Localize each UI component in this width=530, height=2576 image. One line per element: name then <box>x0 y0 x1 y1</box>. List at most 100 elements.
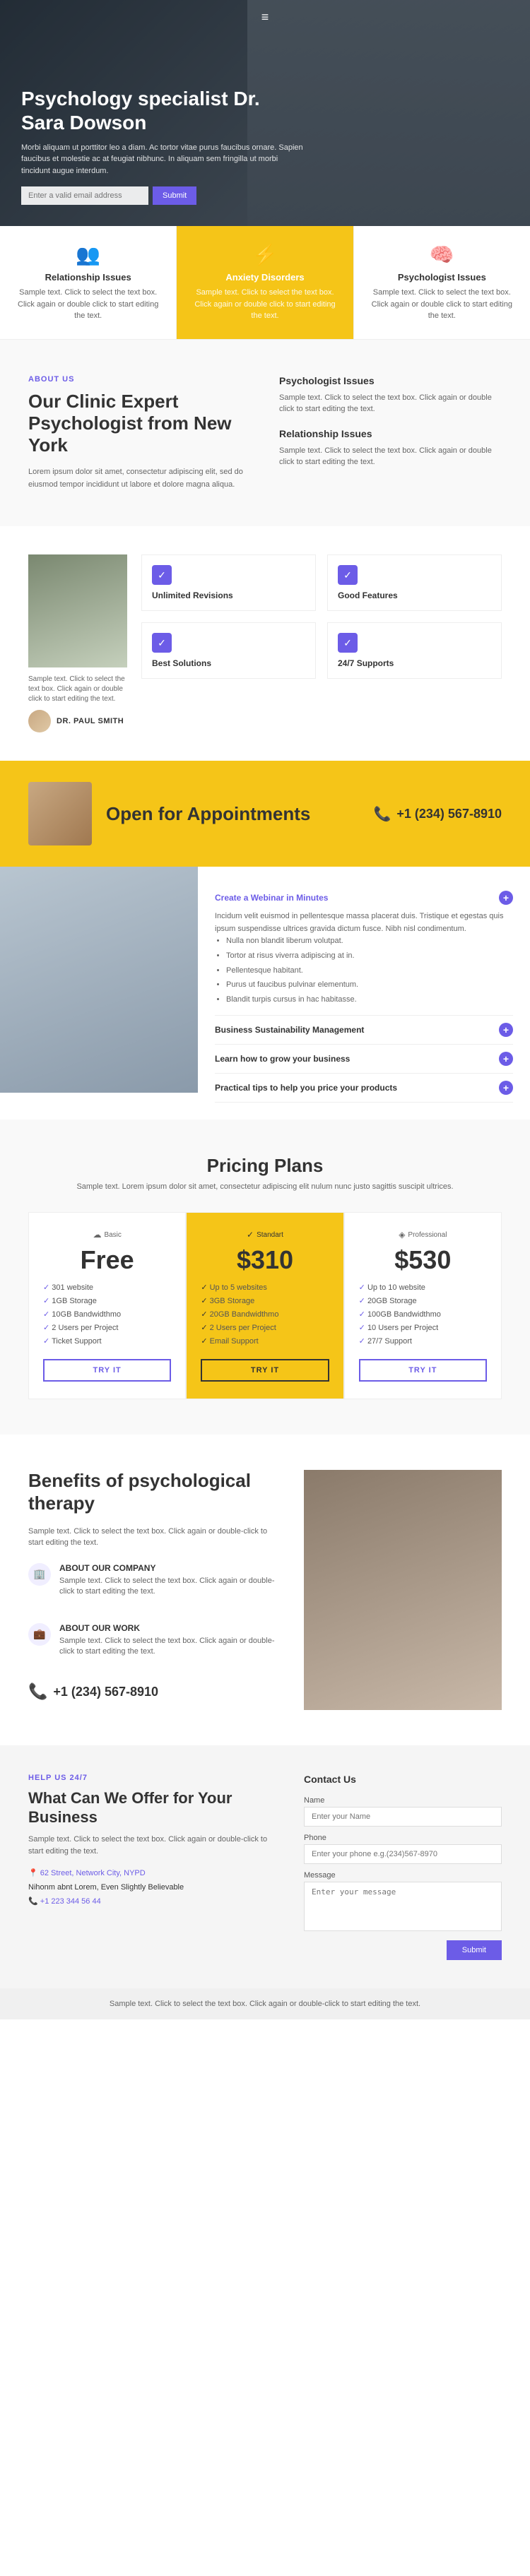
company-icon: 🏢 <box>28 1563 51 1586</box>
check-item-support: ✓ 24/7 Supports <box>327 622 502 679</box>
appointments-content: Open for Appointments <box>106 803 359 825</box>
plan-feature: 100GB Bandwidthmo <box>359 1307 487 1321</box>
accordion-toggle-3[interactable]: + <box>499 1081 513 1095</box>
doctor-info: DR. PAUL SMITH <box>28 710 127 732</box>
hamburger-menu[interactable]: ≡ <box>261 10 269 25</box>
benefit-label-company: ABOUT OUR COMPANY <box>59 1563 276 1573</box>
phone-label: Phone <box>304 1834 502 1842</box>
phone-input[interactable] <box>304 1844 502 1864</box>
benefits-phone-number: +1 (234) 567-8910 <box>53 1685 158 1699</box>
form-group-name: Name <box>304 1796 502 1827</box>
accordion-title-3: Practical tips to help you price your pr… <box>215 1083 397 1093</box>
plan-icon-professional: ◈ <box>399 1230 405 1240</box>
plan-features-professional: Up to 10 website 20GB Storage 100GB Band… <box>359 1281 487 1348</box>
webinar-accordion: Create a Webinar in Minutes + Incidum ve… <box>198 867 530 1120</box>
about-section2-desc: Sample text. Click to select the text bo… <box>279 445 502 468</box>
hero-submit-button[interactable]: Submit <box>153 186 196 205</box>
check-item-best: ✓ Best Solutions <box>141 622 316 679</box>
plan-try-standart[interactable]: TRY IT <box>201 1359 329 1382</box>
appointments-phone[interactable]: 📞 +1 (234) 567-8910 <box>373 805 502 823</box>
footer-address-line2: Nihonm abnt Lorem, Even Slightly Believa… <box>28 1881 276 1895</box>
pricing-cards: ☁ Basic Free 301 website 1GB Storage 10G… <box>28 1212 502 1399</box>
accordion-title-1: Business Sustainability Management <box>215 1025 364 1035</box>
footer-top: Help Us 24/7 What Can We Offer for Your … <box>0 1745 530 1988</box>
features-row: 👥 Relationship Issues Sample text. Click… <box>0 226 530 340</box>
accordion-content-0: Incidum velit euismod in pellentesque ma… <box>215 905 513 1006</box>
accordion-header-3[interactable]: Practical tips to help you price your pr… <box>215 1081 513 1095</box>
pricing-title: Pricing Plans <box>28 1155 502 1177</box>
about-section: ABOUT US Our Clinic Expert Psychologist … <box>0 340 530 527</box>
hero-section: Psychology specialist Dr. Sara Dowson Mo… <box>0 0 530 226</box>
accordion-toggle-0[interactable]: + <box>499 891 513 905</box>
photo-caption: Sample text. Click to select the text bo… <box>28 675 127 704</box>
plan-feature: Ticket Support <box>43 1334 171 1348</box>
accordion-header-1[interactable]: Business Sustainability Management + <box>215 1023 513 1037</box>
accordion-toggle-1[interactable]: + <box>499 1023 513 1037</box>
benefits-right <box>304 1470 502 1710</box>
phone-icon: 📞 <box>373 805 391 823</box>
message-textarea[interactable] <box>304 1882 502 1931</box>
benefits-title: Benefits of psychological therapy <box>28 1470 276 1514</box>
plan-feature: 3GB Storage <box>201 1294 329 1307</box>
pricing-section: Pricing Plans Sample text. Lorem ipsum d… <box>0 1120 530 1435</box>
plan-feature: 301 website <box>43 1281 171 1294</box>
plan-try-professional[interactable]: TRY IT <box>359 1359 487 1382</box>
check-section: Sample text. Click to select the text bo… <box>0 526 530 761</box>
pricing-card-basic: ☁ Basic Free 301 website 1GB Storage 10G… <box>28 1212 186 1399</box>
about-right: Psychologist Issues Sample text. Click t… <box>279 375 502 492</box>
footer-description: Sample text. Click to select the text bo… <box>28 1834 276 1857</box>
appointments-banner: Open for Appointments 📞 +1 (234) 567-891… <box>0 761 530 867</box>
check-left: Sample text. Click to select the text bo… <box>28 554 127 732</box>
psychologist-icon: 🧠 <box>368 243 516 266</box>
hero-title: Psychology specialist Dr. Sara Dowson <box>21 87 304 134</box>
accordion-header-0[interactable]: Create a Webinar in Minutes + <box>215 891 513 905</box>
accordion-toggle-2[interactable]: + <box>499 1052 513 1066</box>
check-item-title-support: 24/7 Supports <box>338 658 394 668</box>
benefits-phone[interactable]: 📞 +1 (234) 567-8910 <box>28 1682 276 1701</box>
benefits-section: Benefits of psychological therapy Sample… <box>0 1435 530 1745</box>
hero-description: Morbi aliquam ut porttitor leo a diam. A… <box>21 142 304 177</box>
feature-title-psychologist: Psychologist Issues <box>368 272 516 283</box>
footer-title: What Can We Offer for Your Business <box>28 1789 276 1827</box>
plan-feature: 27/7 Support <box>359 1334 487 1348</box>
webinar-photo <box>0 867 198 1093</box>
contact-submit-button[interactable]: Submit <box>447 1940 502 1960</box>
accordion-header-2[interactable]: Learn how to grow your business + <box>215 1052 513 1066</box>
doctor-avatar <box>28 710 51 732</box>
appointments-photo <box>28 782 92 845</box>
footer-phone: +1 223 344 56 44 <box>40 1897 101 1906</box>
benefit-item-work: 💼 ABOUT OUR WORK Sample text. Click to s… <box>28 1623 276 1672</box>
accordion-list-0: Nulla non blandit liberum volutpat. Tort… <box>215 935 513 1006</box>
plan-feature: 1GB Storage <box>43 1294 171 1307</box>
plan-try-basic[interactable]: TRY IT <box>43 1359 171 1382</box>
accordion-list-item: Nulla non blandit liberum volutpat. <box>226 935 513 948</box>
check-photo-inner <box>28 554 127 667</box>
about-description: Lorem ipsum dolor sit amet, consectetur … <box>28 466 251 491</box>
feature-desc-anxiety: Sample text. Click to select the text bo… <box>191 287 338 322</box>
check-right: ✓ Unlimited Revisions ✓ Good Features ✓ … <box>141 554 502 679</box>
plan-label-professional: ◈ Professional <box>359 1230 487 1240</box>
plan-price-standart: $310 <box>201 1245 329 1275</box>
footer-left: Help Us 24/7 What Can We Offer for Your … <box>28 1774 276 1960</box>
anxiety-icon: ⚡ <box>191 243 338 266</box>
hero-content: Psychology specialist Dr. Sara Dowson Mo… <box>21 87 304 205</box>
check-item-title-unlimited: Unlimited Revisions <box>152 590 233 600</box>
check-mark-support: ✓ <box>338 633 358 653</box>
check-item-title-best: Best Solutions <box>152 658 211 668</box>
footer-address-line1: 62 Street, Network City, NYPD <box>40 1869 146 1877</box>
email-input[interactable] <box>21 186 148 205</box>
benefits-left: Benefits of psychological therapy Sample… <box>28 1470 276 1710</box>
feature-desc-psychologist: Sample text. Click to select the text bo… <box>368 287 516 322</box>
accordion-list-item: Blandit turpis cursus in hac habitasse. <box>226 994 513 1007</box>
accordion-title-2: Learn how to grow your business <box>215 1054 350 1064</box>
name-input[interactable] <box>304 1807 502 1827</box>
hamburger-icon: ≡ <box>261 10 269 24</box>
plan-feature: 10GB Bandwidthmo <box>43 1307 171 1321</box>
check-photo <box>28 554 127 667</box>
benefits-phone-icon: 📞 <box>28 1682 47 1701</box>
check-mark-unlimited: ✓ <box>152 565 172 585</box>
check-item-title-good: Good Features <box>338 590 398 600</box>
form-group-message: Message <box>304 1871 502 1933</box>
check-mark-best: ✓ <box>152 633 172 653</box>
pricing-card-standart: ✓ Standart $310 Up to 5 websites 3GB Sto… <box>186 1212 343 1399</box>
